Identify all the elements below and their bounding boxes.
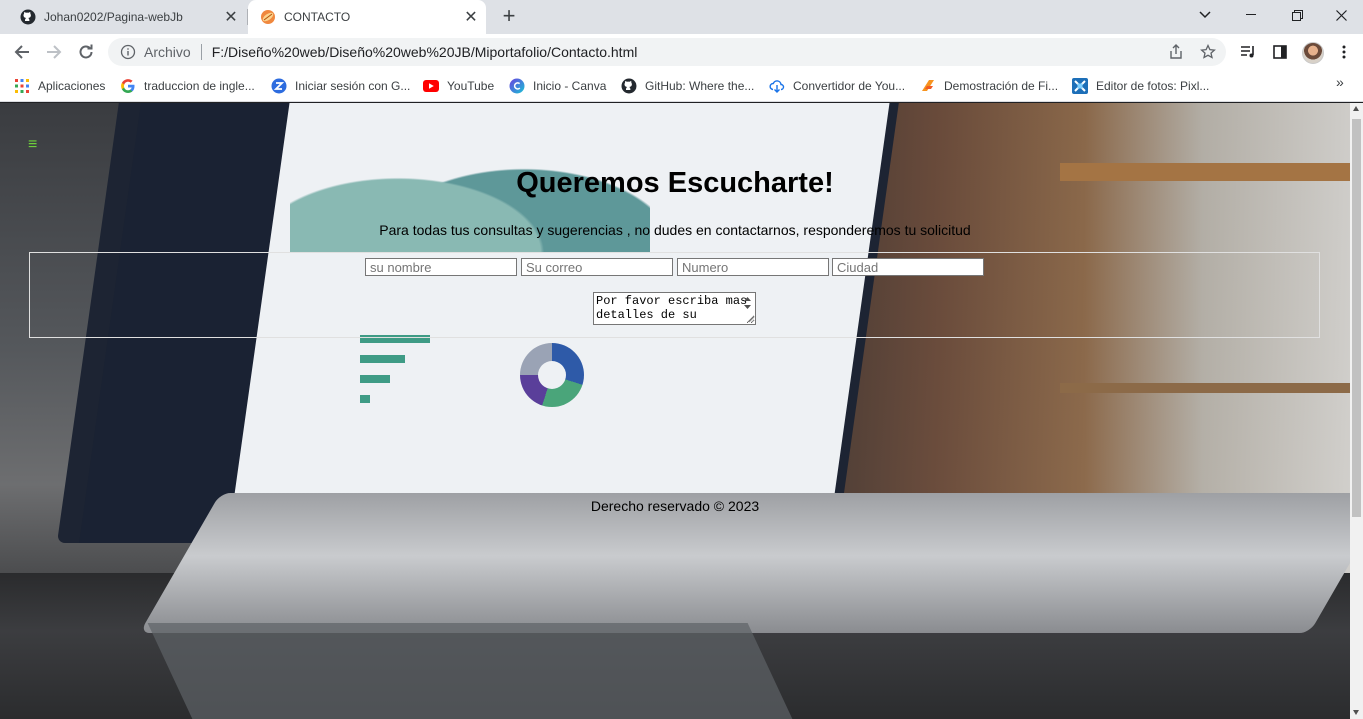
apps-grid-icon — [14, 78, 30, 94]
tab-github[interactable]: Johan0202/Pagina-webJb ✕ — [8, 0, 246, 34]
email-input[interactable] — [521, 258, 673, 276]
forward-button[interactable] — [40, 38, 68, 66]
close-tab-icon[interactable]: ✕ — [222, 8, 240, 26]
bookmark-youtube[interactable]: YouTube — [423, 76, 494, 96]
tab-contacto[interactable]: CONTACTO ✕ — [248, 0, 486, 34]
page-title: Queremos Escucharte! — [516, 167, 834, 199]
city-input[interactable] — [832, 258, 984, 276]
bookmarks-bar: Aplicaciones traduccion de ingle... Inic… — [0, 70, 1363, 102]
page-scrollbar[interactable] — [1350, 103, 1363, 719]
download-cloud-icon — [769, 78, 785, 94]
background-bar-list — [360, 335, 480, 415]
page-favicon-icon — [261, 10, 275, 24]
background-laptop-base — [139, 493, 1350, 633]
bookmark-label: traduccion de ingle... — [144, 79, 255, 93]
kebab-menu-icon[interactable] — [1334, 42, 1354, 62]
bookmarks-overflow-icon[interactable]: » — [1336, 74, 1344, 90]
minimize-icon[interactable] — [1228, 0, 1274, 30]
tab-title: CONTACTO — [284, 10, 351, 24]
omnibox-divider — [200, 44, 202, 60]
scroll-down-icon[interactable] — [1353, 710, 1359, 715]
page-subtitle: Para todas tus consultas y sugerencias ,… — [379, 222, 971, 238]
back-button[interactable] — [8, 38, 36, 66]
info-icon[interactable] — [120, 44, 136, 60]
media-control-icon[interactable] — [1238, 42, 1258, 62]
address-bar[interactable]: Archivo F:/Diseño%20web/Diseño%20web%20J… — [108, 38, 1226, 66]
bookmark-label: Inicio - Canva — [533, 79, 607, 93]
canva-icon — [509, 78, 525, 94]
youtube-icon — [423, 78, 439, 94]
share-icon[interactable] — [1168, 44, 1184, 60]
bookmark-pixlr[interactable]: Editor de fotos: Pixl... — [1072, 76, 1209, 96]
bookmark-label: Editor de fotos: Pixl... — [1096, 79, 1210, 93]
menu-toggle-icon[interactable]: ≡ — [28, 137, 37, 153]
textarea-scroll-arrows-icon[interactable] — [740, 293, 755, 324]
bookmark-github[interactable]: GitHub: Where the... — [621, 76, 754, 96]
bookmark-traduccion[interactable]: traduccion de ingle... — [120, 76, 255, 96]
bookmark-label: Demostración de Fi... — [944, 79, 1059, 93]
tab-title: Johan0202/Pagina-webJb — [44, 10, 183, 24]
footer-copyright: Derecho reservado © 2023 — [590, 498, 760, 514]
pixlr-icon — [1072, 78, 1088, 94]
bookmark-label: Convertidor de You... — [793, 79, 906, 93]
background-donut-chart — [520, 343, 584, 407]
file-scheme-label: Archivo — [144, 44, 191, 60]
bookmark-canva[interactable]: Inicio - Canva — [509, 76, 606, 96]
bookmark-demostracion[interactable]: Demostración de Fi... — [920, 76, 1058, 96]
reload-icon — [79, 44, 93, 59]
background-shelf — [1060, 383, 1350, 393]
message-textarea[interactable]: Por favor escriba mas detalles de su — [593, 292, 756, 325]
profile-avatar[interactable] — [1302, 42, 1324, 64]
forward-arrow-icon — [47, 45, 62, 59]
github-icon — [621, 78, 637, 94]
reload-button[interactable] — [72, 38, 100, 66]
tab-search-icon[interactable] — [1182, 0, 1228, 30]
close-tab-icon[interactable]: ✕ — [462, 8, 480, 26]
page-viewport: ≡ Queremos Escucharte! Para todas tus co… — [0, 103, 1350, 719]
z-logo-icon — [271, 78, 287, 94]
toolbar: Archivo F:/Diseño%20web/Diseño%20web%20J… — [0, 34, 1363, 70]
bookmark-label: GitHub: Where the... — [645, 79, 755, 93]
github-icon — [20, 9, 36, 25]
scrollbar-thumb[interactable] — [1352, 119, 1361, 517]
name-input[interactable] — [365, 258, 517, 276]
background-reflection — [147, 623, 793, 719]
close-window-icon[interactable] — [1318, 0, 1363, 30]
bookmark-star-icon[interactable] — [1200, 44, 1216, 60]
google-icon — [120, 78, 136, 94]
url-text[interactable]: F:/Diseño%20web/Diseño%20web%20JB/Miport… — [212, 44, 638, 60]
new-tab-button[interactable]: + — [498, 5, 520, 28]
bookmark-label: YouTube — [447, 79, 495, 93]
scroll-up-icon[interactable] — [1353, 106, 1359, 111]
bookmark-iniciar-sesion[interactable]: Iniciar sesión con G... — [271, 76, 410, 96]
bookmark-label: Aplicaciones — [38, 79, 106, 93]
side-panel-icon[interactable] — [1270, 42, 1290, 62]
bookmark-apps[interactable]: Aplicaciones — [14, 76, 105, 96]
tab-strip: Johan0202/Pagina-webJb ✕ CONTACTO ✕ + — [0, 0, 1363, 34]
bookmark-convertidor[interactable]: Convertidor de You... — [769, 76, 905, 96]
figma-like-icon — [920, 78, 936, 94]
restore-icon[interactable] — [1274, 0, 1320, 30]
phone-input[interactable] — [677, 258, 829, 276]
bookmark-label: Iniciar sesión con G... — [295, 79, 411, 93]
back-arrow-icon — [14, 45, 29, 59]
